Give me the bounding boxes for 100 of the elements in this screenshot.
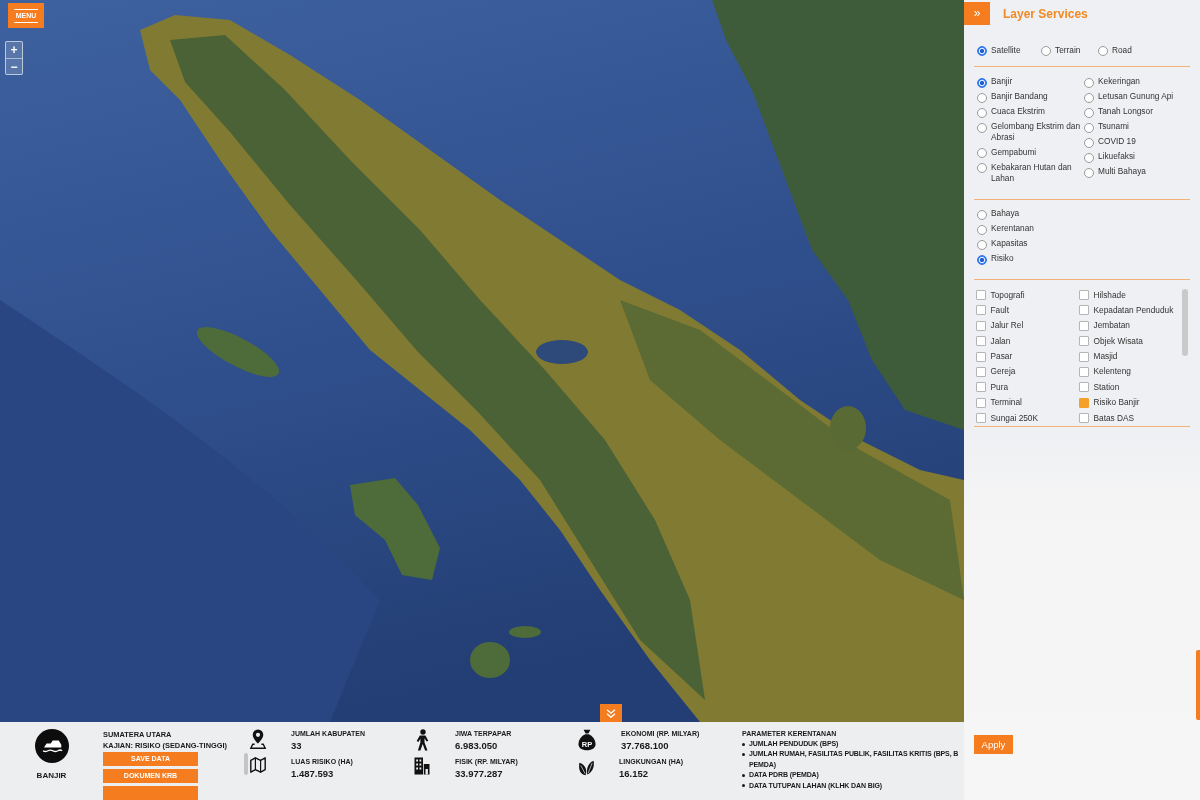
checkbox-label: Terminal <box>990 397 1022 409</box>
radio-button[interactable] <box>1084 92 1094 103</box>
radio-button[interactable] <box>977 122 987 133</box>
radio-label: Banjir <box>991 76 1013 87</box>
checkbox-label: Pasar <box>990 351 1013 363</box>
checkbox-label: Sungai 250K <box>990 412 1039 424</box>
checkbox[interactable] <box>1079 382 1089 393</box>
checkbox-label: Jalan <box>990 335 1011 347</box>
folded-map-icon <box>250 757 266 773</box>
checkbox[interactable] <box>976 382 986 393</box>
checkbox[interactable] <box>976 397 986 408</box>
radio-label: Gelombang Ekstrim dan Abrasi <box>991 121 1081 143</box>
chevron-down-icon <box>606 708 616 718</box>
radio-button[interactable] <box>1084 107 1094 118</box>
checkbox[interactable] <box>976 366 986 377</box>
radio-label: Gempabumi <box>991 146 1037 158</box>
checkbox-label: Kepadatan Penduduk <box>1093 304 1174 316</box>
radio-label: Tanah Longsor <box>1098 106 1153 117</box>
radio-label: Kapasitas <box>991 238 1028 249</box>
building-icon <box>414 757 430 775</box>
checkbox[interactable] <box>1079 366 1089 377</box>
radio-label: Road <box>1112 44 1132 56</box>
hazard-label: BANJIR <box>36 771 67 780</box>
checkbox[interactable] <box>1079 305 1089 316</box>
checkbox-label: Jembatan <box>1093 320 1130 332</box>
radio-button[interactable] <box>1084 137 1094 148</box>
radio-button[interactable] <box>977 107 987 118</box>
radio-label: Multi Bahaya <box>1098 166 1146 177</box>
bullet-icon <box>742 773 745 777</box>
checkbox[interactable] <box>976 351 986 362</box>
checkbox[interactable] <box>976 320 986 331</box>
radio-button[interactable] <box>977 77 987 88</box>
map-pin-icon <box>250 729 266 749</box>
collapse-panel-button[interactable]: » <box>964 2 990 25</box>
radio-button[interactable] <box>1098 46 1108 56</box>
scrollbar-thumb[interactable] <box>1182 288 1188 356</box>
radio-label: Terrain <box>1055 44 1081 56</box>
checkbox-label: Pura <box>990 381 1009 393</box>
panel-title: Layer Services <box>1003 6 1088 21</box>
radio-button[interactable] <box>1041 46 1051 56</box>
radio-button[interactable] <box>1084 77 1094 88</box>
radio-button[interactable] <box>1084 122 1094 133</box>
radio-label: Letusan Gunung Api <box>1098 91 1174 102</box>
radio-label: Tsunami <box>1098 121 1129 132</box>
checkbox-label: Kelenteng <box>1093 366 1131 378</box>
checkbox-label: Gereja <box>990 366 1016 378</box>
checkbox[interactable] <box>1079 336 1089 347</box>
radio-label: Kebakaran Hutan dan Lahan <box>991 161 1073 184</box>
radio-button[interactable] <box>1084 167 1094 178</box>
radio-button[interactable] <box>977 163 987 173</box>
stat-value: 33.977.287 <box>455 767 503 780</box>
bullet-icon <box>742 753 745 757</box>
collapse-button[interactable] <box>600 704 622 722</box>
bullet-icon <box>742 784 745 788</box>
radio-button[interactable] <box>977 46 987 56</box>
stat-value: 37.768.100 <box>621 739 669 752</box>
checkbox-label: Batas DAS <box>1093 412 1135 424</box>
radio-button[interactable] <box>977 224 987 235</box>
checkbox-label: Topografi <box>990 289 1025 301</box>
person-icon <box>414 729 430 751</box>
zoom-in-button[interactable]: + <box>6 42 22 58</box>
zoom-out-button[interactable]: − <box>6 58 22 74</box>
radio-label: Banjir Bandang <box>991 91 1048 102</box>
radio-button[interactable] <box>977 239 987 250</box>
checkbox[interactable] <box>976 336 986 347</box>
radio-button[interactable] <box>977 209 987 220</box>
checkbox[interactable] <box>976 290 986 300</box>
stat-value: 16.152 <box>619 767 649 780</box>
checkbox[interactable] <box>976 305 986 316</box>
radio-label: COVID 19 <box>1098 136 1136 147</box>
radio-label: Risiko <box>991 253 1014 264</box>
radio-button[interactable] <box>977 92 987 103</box>
radio-label: Kekeringan <box>1098 76 1140 87</box>
radio-button[interactable] <box>1084 152 1094 163</box>
apply-button[interactable]: Apply <box>974 735 1013 754</box>
radio-label: Likuefaksi <box>1098 151 1135 162</box>
checkbox[interactable] <box>1079 413 1089 424</box>
checkbox-label: Objek Wisata <box>1093 335 1143 347</box>
flood-icon <box>34 729 69 763</box>
radio-label: Bahaya <box>991 208 1020 219</box>
checkbox[interactable] <box>1079 351 1089 362</box>
checkbox-label: Risiko Banjir <box>1093 397 1140 409</box>
scrollbar-thumb[interactable] <box>244 753 248 775</box>
radio-label: Cuaca Ekstrim <box>991 106 1045 117</box>
stat-value: 6.983.050 <box>455 739 498 752</box>
stat-value: 1.487.593 <box>291 767 334 780</box>
checkbox[interactable] <box>1079 320 1089 331</box>
checkbox[interactable] <box>1079 290 1089 300</box>
panel-scroll-handle[interactable] <box>1196 650 1200 720</box>
bullet-icon <box>742 742 745 746</box>
checkbox-label: Jalur Rel <box>990 320 1024 332</box>
checkbox-label: Fault <box>990 304 1009 316</box>
radio-label: Satellite <box>991 44 1021 56</box>
stat-value: 33 <box>291 739 302 752</box>
radio-button[interactable] <box>977 148 987 158</box>
checkbox[interactable] <box>1079 397 1089 408</box>
radio-label: Kerentanan <box>991 223 1034 234</box>
radio-button[interactable] <box>977 254 987 265</box>
checkbox-label: Station <box>1093 381 1120 393</box>
checkbox[interactable] <box>976 413 986 424</box>
